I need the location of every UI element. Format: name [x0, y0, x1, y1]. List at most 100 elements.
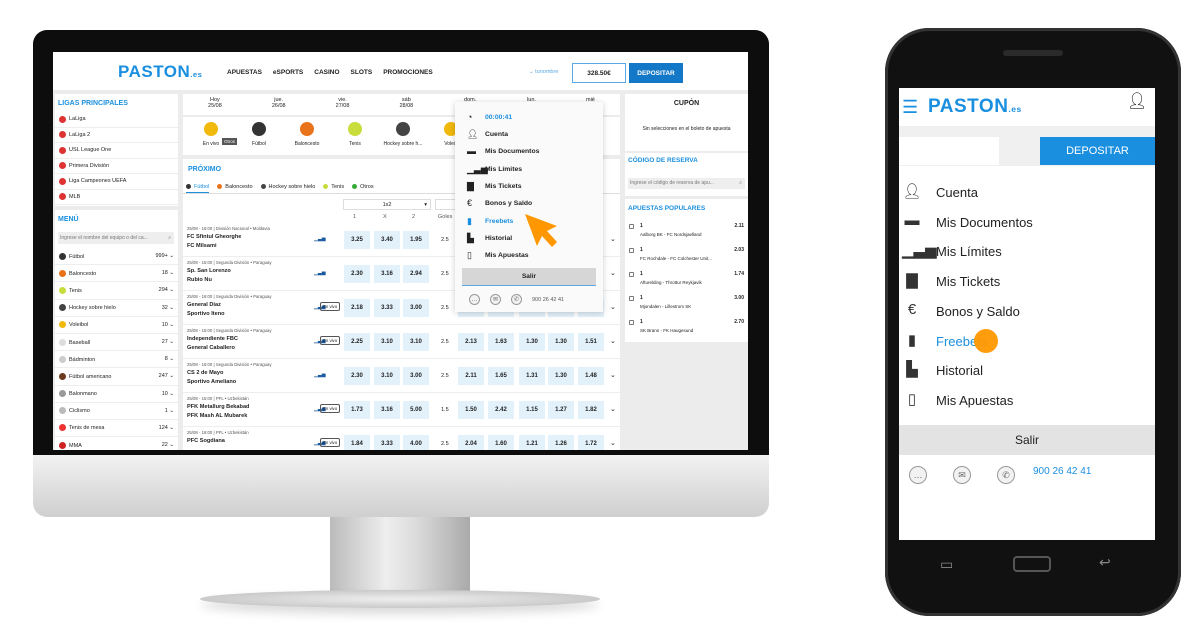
team-search-input[interactable]: Ingrese el nombre del equipo o del ca...…	[58, 232, 174, 244]
odd-button[interactable]: 1.48	[578, 367, 604, 385]
odd-button[interactable]: 3.10	[374, 333, 400, 351]
phone-icon[interactable]: ✆	[997, 466, 1015, 484]
sport-shortcut[interactable]: Baloncesto	[283, 117, 331, 155]
odd-button[interactable]: 1.50	[458, 401, 484, 419]
odd-button[interactable]: 2.30	[344, 367, 370, 385]
chevron-down-icon[interactable]: ⌄	[169, 408, 174, 414]
league-item[interactable]: Liga Campeones UEFA	[55, 174, 178, 190]
odd-button[interactable]: 3.00	[403, 299, 429, 317]
home-button[interactable]	[1013, 556, 1051, 572]
odd-button[interactable]: 3.40	[374, 231, 400, 249]
stats-icon[interactable]: ▁▃▅	[314, 270, 326, 276]
dropdown-item[interactable]: Mis Límites	[485, 166, 522, 173]
back-icon[interactable]: ↩	[1099, 554, 1111, 571]
sport-menu-item[interactable]: Tenis de mesa 124 ⌄	[55, 420, 178, 438]
sport-menu-item[interactable]: Bádminton 8 ⌄	[55, 351, 178, 369]
checkbox[interactable]	[629, 272, 634, 277]
mobile-menu-item[interactable]: Bonos y Saldo	[936, 304, 1020, 319]
odd-button[interactable]: 1.95	[403, 231, 429, 249]
match-row[interactable]: 25/08 - 16:00 | PFL • Uzbekistán PFC Sog…	[183, 427, 620, 450]
odd-button[interactable]: 2.18	[344, 299, 370, 317]
mobile-logout-button[interactable]: Salir	[899, 425, 1155, 455]
chevron-down-icon[interactable]: ⌄	[169, 391, 174, 397]
chevron-down-icon[interactable]: ⌄	[169, 442, 174, 448]
odd-button[interactable]: 5.00	[403, 401, 429, 419]
popular-bet-item[interactable]: 1 Afturelding - Throttur Reykjavik 1.74	[625, 269, 748, 293]
league-item[interactable]: USL League One	[55, 143, 178, 159]
odd-button[interactable]: 1.72	[578, 435, 604, 450]
odd-button[interactable]: 2.94	[403, 265, 429, 283]
date-tab[interactable]: jue. 26/08	[272, 97, 286, 115]
mail-icon[interactable]: ✉	[953, 466, 971, 484]
odd-button[interactable]: 1.30	[548, 333, 574, 351]
odd-button[interactable]: 1.21	[519, 435, 545, 450]
odd-button[interactable]: 3.16	[374, 401, 400, 419]
chevron-down-icon[interactable]: ⌄	[169, 356, 174, 362]
chevron-down-icon[interactable]: ⌄	[169, 373, 174, 379]
odd-button[interactable]: 1.73	[344, 401, 370, 419]
reserve-code-input[interactable]: Ingrese el código de reserva de apu... ⌕	[628, 178, 745, 189]
odd-button[interactable]: 2.13	[458, 333, 484, 351]
mobile-logo[interactable]: PASTON.es	[928, 96, 1022, 118]
chevron-down-icon[interactable]: ⌄	[610, 269, 616, 277]
match-row[interactable]: 25/08 - 16:00 | Segunda División • Parag…	[183, 325, 620, 359]
dropdown-item[interactable]: Mis Apuestas	[485, 252, 529, 259]
mobile-menu-item[interactable]: Historial	[936, 363, 983, 378]
sport-menu-item[interactable]: Fútbol 999+ ⌄	[55, 248, 178, 266]
chevron-down-icon[interactable]: ⌄	[610, 439, 616, 447]
odd-button[interactable]: 1.15	[519, 401, 545, 419]
dropdown-item[interactable]: Freebets	[485, 218, 513, 225]
odd-button[interactable]: 2.42	[488, 401, 514, 419]
chat-icon[interactable]: …	[469, 294, 480, 305]
odd-button[interactable]: 1.51	[578, 333, 604, 351]
sport-menu-item[interactable]: Voleibol 10 ⌄	[55, 317, 178, 334]
mail-icon[interactable]: ✉	[490, 294, 501, 305]
league-item[interactable]: LaLiga 2	[55, 128, 178, 143]
dropdown-item[interactable]: Cuenta	[485, 131, 508, 138]
chevron-down-icon[interactable]: ⌄	[169, 287, 174, 293]
sport-menu-item[interactable]: Baseball 27 ⌄	[55, 334, 178, 352]
popular-bet-item[interactable]: 1 Mjondalen - Lillestrom SK 3.00	[625, 293, 748, 317]
sport-menu-item[interactable]: Ciclismo 1 ⌄	[55, 403, 178, 420]
odd-button[interactable]: 2.11	[458, 367, 484, 385]
mobile-deposit-button[interactable]: DEPOSITAR	[1040, 137, 1155, 165]
chevron-down-icon[interactable]: ⌄	[610, 303, 616, 311]
odd-button[interactable]: 4.00	[403, 435, 429, 450]
odd-button[interactable]: 2.30	[344, 265, 370, 283]
chevron-down-icon[interactable]: ⌄	[169, 425, 174, 431]
mobile-menu-item[interactable]: Mis Tickets	[936, 274, 1000, 289]
dropdown-item[interactable]: Historial	[485, 235, 512, 242]
chevron-down-icon[interactable]: ⌄	[169, 253, 174, 259]
deposit-button[interactable]: DEPOSITAR	[629, 63, 683, 83]
odd-button[interactable]: 1.63	[488, 333, 514, 351]
odd-button[interactable]: 1.27	[548, 401, 574, 419]
odd-button[interactable]: 1.82	[578, 401, 604, 419]
mobile-menu-item[interactable]: Mis Apuestas	[936, 393, 1013, 408]
odd-button[interactable]: 3.10	[374, 367, 400, 385]
odd-button[interactable]: 3.33	[374, 299, 400, 317]
chevron-down-icon[interactable]: ⌄	[610, 371, 616, 379]
dropdown-item[interactable]: Bonos y Saldo	[485, 200, 532, 207]
chevron-down-icon[interactable]: ⌄	[169, 322, 174, 328]
sport-menu-item[interactable]: Baloncesto 18 ⌄	[55, 265, 178, 283]
mobile-menu-item[interactable]: Mis Documentos	[936, 215, 1033, 230]
odd-button[interactable]: 1.65	[488, 367, 514, 385]
odd-button[interactable]: 1.60	[488, 435, 514, 450]
stats-icon[interactable]: ▁▃▅	[314, 372, 326, 378]
odd-button[interactable]: 1.84	[344, 435, 370, 450]
nav-apuestas[interactable]: APUESTAS	[227, 69, 262, 76]
match-row[interactable]: 25/08 - 16:00 | PFL • Uzbekistán PFK Met…	[183, 393, 620, 427]
popular-bet-item[interactable]: 1 SK Brann - FK Haugesund 2.70	[625, 317, 748, 341]
nav-casino[interactable]: CASINO	[314, 69, 339, 76]
odd-button[interactable]: 3.16	[374, 265, 400, 283]
chevron-down-icon[interactable]: ⌄	[169, 339, 174, 345]
sport-shortcut[interactable]: Tenis	[331, 117, 379, 155]
nav-slots[interactable]: SLOTS	[351, 69, 373, 76]
popular-bet-item[interactable]: 1 Aalborg BK - FC Nordsjaelland 2.11	[625, 221, 748, 245]
chevron-down-icon[interactable]: ⌄	[610, 235, 616, 243]
checkbox[interactable]	[629, 224, 634, 229]
phone-icon[interactable]: ✆	[511, 294, 522, 305]
checkbox[interactable]	[629, 320, 634, 325]
checkbox[interactable]	[629, 248, 634, 253]
sport-menu-item[interactable]: Hockey sobre hielo 32 ⌄	[55, 300, 178, 317]
